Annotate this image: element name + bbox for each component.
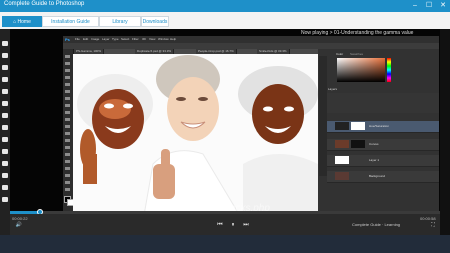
layer-mask-thumbnail — [351, 140, 365, 148]
maximize-button[interactable]: ☐ — [422, 0, 436, 12]
layer-name: Hue/Saturation — [369, 124, 390, 128]
eraser-tool-icon[interactable] — [65, 125, 70, 128]
dodge-tool-icon[interactable] — [65, 146, 70, 149]
photoshop-canvas[interactable] — [73, 54, 318, 221]
blur-tool-icon[interactable] — [65, 139, 70, 142]
move-tool-icon[interactable] — [65, 55, 70, 58]
menu-edit[interactable]: Edit — [83, 37, 88, 41]
healing-tool-icon[interactable] — [65, 97, 70, 100]
folder-icon[interactable] — [2, 173, 8, 178]
tab-home[interactable]: ⌂ Home — [2, 16, 42, 27]
fullscreen-icon[interactable]: ⛶ — [428, 222, 438, 228]
volume-icon[interactable]: 🔊 — [14, 222, 24, 228]
folder-icon[interactable] — [2, 101, 8, 106]
menu-select[interactable]: Select — [121, 37, 129, 41]
layer-thumbnail — [335, 172, 349, 180]
minimize-button[interactable]: – — [408, 0, 422, 12]
bottom-bar — [0, 235, 450, 253]
folder-icon[interactable] — [2, 41, 8, 46]
color-picker-field[interactable] — [337, 58, 385, 82]
quick-select-tool-icon[interactable] — [65, 76, 70, 79]
layer-name: Layer 1 — [369, 158, 380, 162]
folder-icon[interactable] — [2, 89, 8, 94]
layer-row[interactable]: Hue/Saturation — [327, 121, 439, 133]
current-time: 00:00:22 — [12, 216, 28, 221]
eyedropper-tool-icon[interactable] — [65, 90, 70, 93]
menu-type[interactable]: Type — [112, 37, 119, 41]
menu-layer[interactable]: Layer — [102, 37, 110, 41]
panel-tab-color[interactable]: Color — [336, 52, 343, 56]
menu-3d[interactable]: 3D — [142, 37, 146, 41]
folder-icon[interactable] — [2, 125, 8, 130]
history-brush-icon[interactable] — [65, 118, 70, 121]
menu-help[interactable]: Help — [170, 37, 176, 41]
layer-name: Background — [369, 174, 386, 178]
layer-thumbnail — [335, 122, 349, 130]
clone-tool-icon[interactable] — [65, 111, 70, 114]
folder-icon[interactable] — [2, 53, 8, 58]
window-title: Complete Guide to Photoshop — [4, 1, 85, 7]
menu-file[interactable]: File — [75, 37, 80, 41]
layers-options — [327, 93, 439, 113]
menu-view[interactable]: View — [149, 37, 155, 41]
lasso-tool-icon[interactable] — [65, 69, 70, 72]
hue-slider[interactable] — [387, 58, 391, 82]
gradient-tool-icon[interactable] — [65, 132, 70, 135]
total-time: 00:00:58 — [420, 216, 436, 221]
pause-icon[interactable]: ⏸ — [228, 222, 238, 229]
layer-row[interactable]: Curves — [327, 139, 439, 151]
hand-tool-icon[interactable] — [65, 181, 70, 184]
menu-window[interactable]: Window — [158, 37, 169, 41]
tab-library[interactable]: Library — [99, 16, 141, 27]
marquee-tool-icon[interactable] — [65, 62, 70, 65]
next-icon[interactable]: ⏭ — [241, 222, 251, 229]
right-strip — [440, 29, 450, 235]
layer-thumbnail — [335, 156, 349, 164]
folder-icon[interactable] — [2, 197, 8, 202]
previous-icon[interactable]: ⏮ — [215, 222, 225, 229]
logo: Complete Guide · Learning — [352, 222, 401, 227]
folder-icon[interactable] — [2, 65, 8, 70]
tab-downloads[interactable]: Downloads — [141, 16, 169, 27]
tab-installation-guide[interactable]: Installation Guide — [42, 16, 99, 27]
tab-home-label: Home — [17, 19, 31, 25]
pen-tool-icon[interactable] — [65, 153, 70, 156]
folder-icon[interactable] — [2, 185, 8, 190]
folder-icon[interactable] — [2, 77, 8, 82]
panel-tab-swatches[interactable]: Swatches — [350, 52, 363, 56]
zoom-tool-icon[interactable] — [65, 188, 70, 191]
folder-icon[interactable] — [2, 161, 8, 166]
ps-logo: Ps — [65, 37, 70, 42]
layer-name: Curves — [369, 142, 379, 146]
panel-icon-strip — [319, 56, 327, 176]
photo-image — [73, 54, 318, 221]
type-tool-icon[interactable] — [65, 160, 70, 163]
folder-icon[interactable] — [2, 137, 8, 142]
photoshop-menu-bar: Ps File Edit Image Layer Type Select Fil… — [63, 36, 439, 43]
title-bar: Complete Guide to Photoshop – ☐ ✕ — [0, 0, 450, 12]
layers-panel-title: Layers — [328, 87, 338, 91]
folder-icon[interactable] — [2, 113, 8, 118]
path-select-tool-icon[interactable] — [65, 167, 70, 170]
folder-icon[interactable] — [2, 149, 8, 154]
shape-tool-icon[interactable] — [65, 174, 70, 177]
layer-thumbnail — [335, 140, 349, 148]
close-button[interactable]: ✕ — [436, 0, 450, 12]
menu-image[interactable]: Image — [91, 37, 99, 41]
layer-row[interactable]: Layer 1 — [327, 155, 439, 167]
layer-row[interactable]: Background — [327, 171, 439, 183]
menu-filter[interactable]: Filter — [132, 37, 139, 41]
crop-tool-icon[interactable] — [65, 83, 70, 86]
brush-tool-icon[interactable] — [65, 104, 70, 107]
layer-mask-thumbnail — [351, 122, 365, 130]
